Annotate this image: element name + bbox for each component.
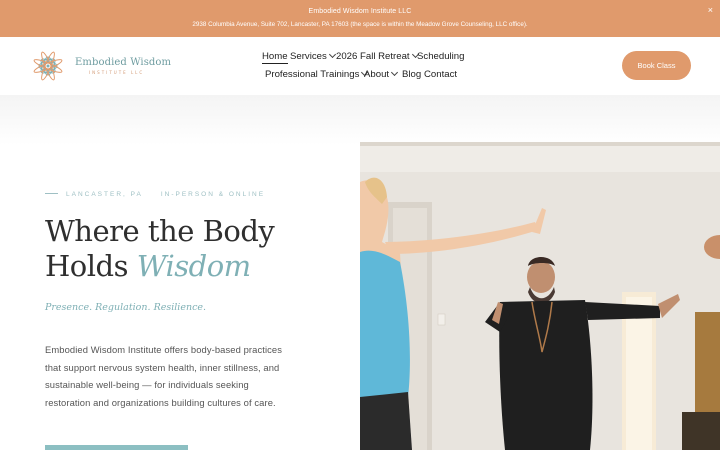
nav-trainings-label: Professional Trainings — [265, 69, 360, 80]
book-class-button[interactable]: Book Class — [622, 51, 691, 80]
hero-cta-button[interactable] — [45, 445, 188, 450]
logo-name: Embodied Wisdom — [75, 57, 172, 68]
nav-retreat-label: 2026 Fall Retreat — [336, 51, 410, 62]
hero-title: Where the Body Holds Wisdom — [45, 214, 275, 284]
nav-about[interactable]: About — [364, 68, 399, 80]
chevron-down-icon — [391, 68, 399, 77]
nav-retreat[interactable]: 2026 Fall Retreat — [336, 50, 419, 62]
nav-services[interactable]: Services — [290, 50, 336, 62]
eyebrow-mode: IN-PERSON & ONLINE — [160, 191, 266, 198]
eyebrow-location: LANCASTER, PA — [66, 191, 143, 198]
close-icon[interactable]: × — [708, 5, 713, 15]
hero-photo — [360, 142, 720, 450]
nav-home[interactable]: Home — [262, 51, 288, 64]
yoga-class-photo — [360, 142, 720, 450]
chevron-down-icon — [328, 50, 336, 59]
logo-subtitle: INSTITUTE LLC — [89, 70, 145, 75]
hero-eyebrow: LANCASTER, PA IN-PERSON & ONLINE — [45, 191, 265, 198]
hero-title-line2: Holds — [45, 249, 137, 283]
site-header: Embodied Wisdom INSTITUTE LLC Home Servi… — [0, 37, 720, 95]
nav-trainings[interactable]: Professional Trainings — [265, 68, 369, 80]
announcement-title: Embodied Wisdom Institute LLC — [308, 8, 412, 15]
announcement-bar: Embodied Wisdom Institute LLC 2938 Colum… — [0, 0, 720, 37]
nav-scheduling[interactable]: Scheduling — [417, 51, 464, 62]
nav-services-label: Services — [290, 51, 327, 62]
header-shadow — [0, 95, 720, 145]
eyebrow-dash — [45, 192, 58, 194]
hero-tagline: Presence. Regulation. Resilience. — [45, 302, 207, 313]
main-nav: Home Services 2026 Fall Retreat Scheduli… — [260, 37, 480, 95]
hero-title-line1: Where the Body — [45, 214, 275, 248]
nav-about-label: About — [364, 69, 390, 80]
nav-contact[interactable]: Contact — [424, 69, 457, 80]
hero-title-accent: Wisdom — [136, 249, 251, 283]
logo[interactable]: Embodied Wisdom INSTITUTE LLC — [29, 47, 179, 85]
nav-blog[interactable]: Blog — [402, 69, 421, 80]
mandala-logo-icon — [33, 51, 63, 81]
announcement-address: 2938 Columbia Avenue, Suite 702, Lancast… — [192, 21, 528, 28]
hero-description: Embodied Wisdom Institute offers body-ba… — [45, 344, 283, 408]
